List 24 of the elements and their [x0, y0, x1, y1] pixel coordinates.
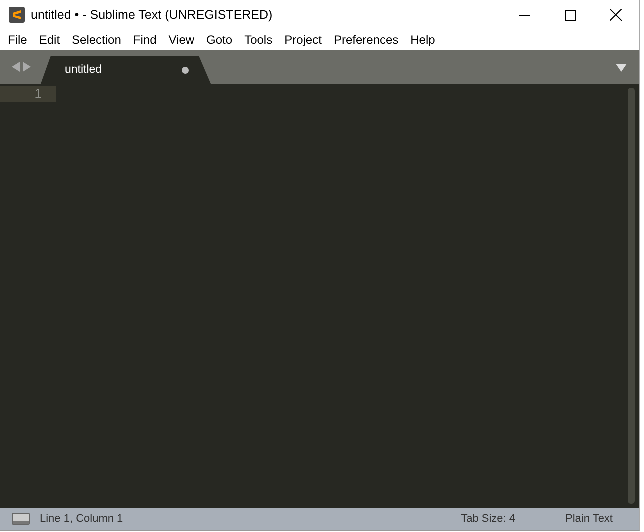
tab-size[interactable]: Tab Size: 4 — [451, 513, 526, 525]
cursor-position: Line 1, Column 1 — [39, 513, 124, 525]
menu-item[interactable]: Help — [404, 31, 442, 49]
menu-item[interactable]: Project — [278, 31, 328, 49]
syntax-name[interactable]: Plain Text — [556, 513, 623, 525]
editor-tab[interactable]: untitled — [41, 56, 211, 84]
scrollbar[interactable] — [628, 88, 635, 504]
right-arrow-icon[interactable] — [23, 62, 31, 72]
panel-icon[interactable] — [12, 513, 30, 525]
window-title: untitled • - Sublime Text (UNREGISTERED) — [31, 8, 274, 22]
close-icon — [610, 9, 622, 21]
dropdown-arrow-icon[interactable] — [616, 64, 627, 72]
app-logo-icon — [9, 7, 25, 23]
menu-item[interactable]: View — [162, 31, 201, 49]
menu-item[interactable]: Goto — [200, 31, 239, 49]
menu-item[interactable]: Preferences — [328, 31, 405, 49]
menu-item[interactable]: File — [2, 31, 34, 49]
line-number: 1 — [0, 86, 56, 102]
left-arrow-icon[interactable] — [12, 62, 20, 72]
menu-item[interactable]: Find — [127, 31, 163, 49]
menu-item[interactable]: Tools — [238, 31, 279, 49]
maximize-icon — [564, 10, 576, 20]
menu-item[interactable]: Selection — [66, 31, 128, 49]
menu-item[interactable]: Edit — [33, 31, 66, 49]
